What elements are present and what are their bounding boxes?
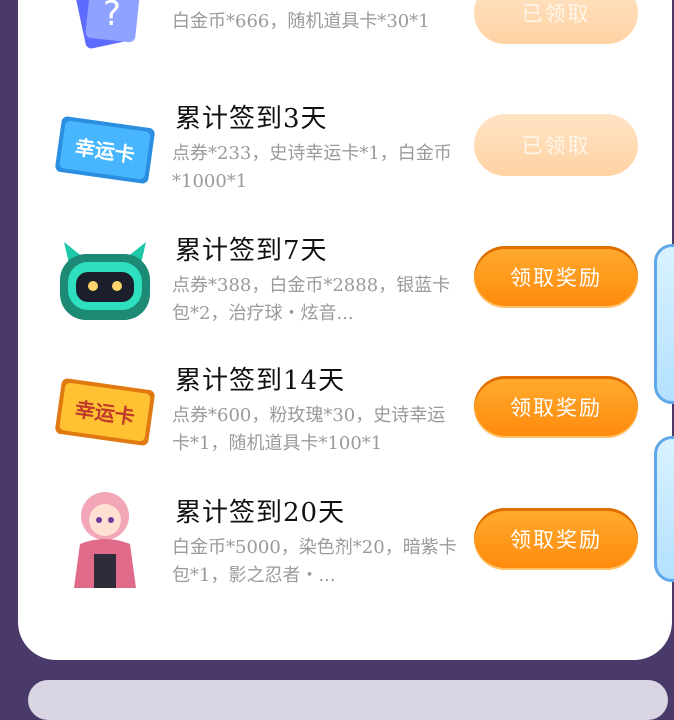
reward-desc: 白金币*5000，染色剂*20，暗紫卡包*1，影之忍者・... bbox=[172, 537, 457, 586]
reward-row: 累计签到20天 白金币*5000，染色剂*20，暗紫卡包*1，影之忍者・... … bbox=[0, 482, 674, 612]
mystery-card-icon: ? bbox=[50, 0, 160, 80]
svg-text:?: ? bbox=[103, 0, 121, 34]
claim-reward-button[interactable]: 领取奖励 bbox=[474, 508, 638, 570]
claim-reward-button[interactable]: 领取奖励 bbox=[474, 246, 638, 308]
reward-row: ? 白金币*666，随机道具卡*30*1 已领取 bbox=[0, 0, 674, 80]
reward-title: 累计签到14天 bbox=[175, 366, 346, 396]
ninja-character-icon bbox=[50, 484, 160, 594]
reward-desc: 点券*233，史诗幸运卡*1，白金币*1000*1 bbox=[172, 143, 452, 192]
reward-desc: 点券*388，白金币*2888，银蓝卡包*2，治疗球・炫音... bbox=[172, 275, 451, 324]
reward-row: 幸运卡 累计签到14天 点券*600，粉玫瑰*30，史诗幸运卡*1，随机道具卡*… bbox=[0, 350, 674, 480]
bottom-bar bbox=[28, 680, 668, 720]
reward-row: 幸运卡 累计签到3天 点券*233，史诗幸运卡*1，白金币*1000*1 已领取 bbox=[0, 88, 674, 218]
robot-pet-icon bbox=[50, 224, 160, 334]
reward-desc: 点券*600，粉玫瑰*30，史诗幸运卡*1，随机道具卡*100*1 bbox=[172, 405, 446, 454]
reward-row: 累计签到7天 点券*388，白金币*2888，银蓝卡包*2，治疗球・炫音... … bbox=[0, 220, 674, 350]
claim-reward-button[interactable]: 领取奖励 bbox=[474, 376, 638, 438]
claimed-button[interactable]: 已领取 bbox=[474, 114, 638, 176]
reward-desc: 白金币*666，随机道具卡*30*1 bbox=[172, 11, 430, 32]
lucky-card-blue-icon: 幸运卡 bbox=[50, 94, 160, 204]
reward-title: 累计签到20天 bbox=[175, 498, 346, 528]
reward-title: 累计签到7天 bbox=[175, 236, 328, 266]
reward-title: 累计签到3天 bbox=[175, 104, 328, 134]
lucky-card-gold-icon: 幸运卡 bbox=[50, 356, 160, 466]
claimed-button[interactable]: 已领取 bbox=[474, 0, 638, 44]
